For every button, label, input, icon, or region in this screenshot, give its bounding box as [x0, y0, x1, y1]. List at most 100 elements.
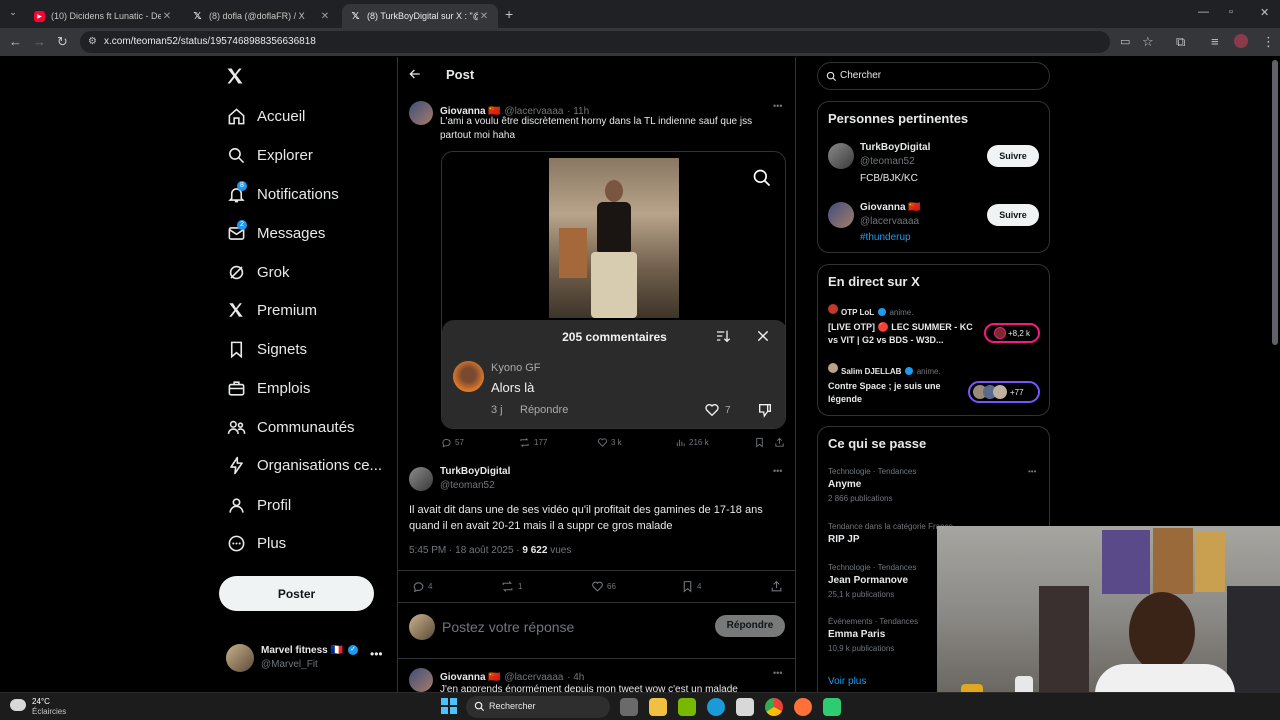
follow-button[interactable]: Suivre	[987, 145, 1039, 167]
thumbs-down-icon[interactable]	[757, 402, 773, 418]
nav-item-emplois[interactable]: Emplois	[225, 373, 310, 403]
bookmark-icon[interactable]	[754, 437, 765, 448]
like-action[interactable]: 3 k	[597, 437, 622, 448]
nav-item-grok[interactable]: Grok	[225, 257, 290, 287]
author-handle[interactable]: @lacervaaaa	[504, 672, 563, 683]
nav-item-signets[interactable]: Signets	[225, 334, 307, 364]
new-tab-button[interactable]: +	[505, 6, 513, 22]
views-action[interactable]: 216 k	[675, 437, 709, 448]
nav-item-plus[interactable]: Plus	[225, 528, 286, 558]
weather-widget[interactable]: 24°C Éclaircies	[10, 696, 80, 718]
sort-icon[interactable]	[715, 328, 731, 344]
nav-item-organisations[interactable]: Organisations ce...	[225, 450, 382, 480]
person-avatar[interactable]	[828, 143, 854, 169]
repost-action[interactable]: 177	[518, 437, 547, 448]
bookmark-action[interactable]: 4	[681, 580, 701, 593]
person-name[interactable]: Giovanna 🇨🇳	[860, 202, 921, 213]
chrome-browser-icon[interactable]	[765, 698, 783, 716]
back-arrow-icon[interactable]: ←	[9, 35, 22, 49]
nav-item-premium[interactable]: Premium	[225, 295, 317, 325]
account-switcher[interactable]: Marvel fitness 🇫🇷 ✓ @Marvel_Fit •••	[226, 643, 386, 675]
store-icon[interactable]	[736, 698, 754, 716]
repost-action[interactable]: 1	[500, 580, 522, 593]
profile-avatar[interactable]	[1234, 34, 1248, 48]
close-tab-icon[interactable]: ✕	[478, 11, 490, 22]
reading-list-icon[interactable]: ≡	[1211, 35, 1219, 49]
windows-start-icon[interactable]	[441, 698, 457, 714]
reply-input[interactable]: Postez votre réponse	[442, 619, 692, 635]
reply-action[interactable]: 4	[412, 580, 432, 593]
author-name[interactable]: Giovanna 🇨🇳	[440, 672, 501, 683]
reply-action[interactable]: 57	[441, 437, 464, 448]
live-item[interactable]: Salim DJELLAB anime. Contre Space ; je s…	[828, 362, 1043, 410]
person-handle[interactable]: @teoman52	[860, 156, 915, 167]
reply-submit-button[interactable]: Répondre	[715, 615, 785, 637]
extensions-icon[interactable]: ⧉	[1176, 35, 1185, 49]
nav-item-communautes[interactable]: Communautés	[225, 412, 355, 442]
nav-item-notifications[interactable]: 8 Notifications	[225, 179, 339, 209]
tab-list-dropdown[interactable]: ⌄	[6, 7, 20, 21]
author-avatar[interactable]	[409, 668, 433, 692]
minimize-window-icon[interactable]: —	[1198, 6, 1209, 18]
author-avatar[interactable]	[409, 101, 433, 125]
task-view-icon[interactable]	[620, 698, 638, 716]
browser-tab-dofla[interactable]: 𝕏 (8) dofla (@doflaFR) / X ✕	[184, 4, 339, 28]
share-icon[interactable]	[770, 580, 783, 593]
address-bar[interactable]: ⚙ x.com/teoman52/status/1957468988356636…	[80, 31, 1130, 53]
post-button[interactable]: Poster	[219, 576, 374, 611]
reload-icon[interactable]: ↻	[57, 35, 68, 49]
firefox-browser-icon[interactable]	[794, 698, 812, 716]
site-info-icon[interactable]: ⚙	[88, 36, 97, 47]
install-app-icon[interactable]: ▭	[1120, 35, 1130, 48]
post-more-icon[interactable]: •••	[773, 668, 782, 678]
search-box[interactable]: Chercher	[817, 62, 1050, 90]
live-item[interactable]: OTP LoL anime. [LIVE OTP] 🔴 LEC SUMMER -…	[828, 303, 1043, 351]
restore-window-icon[interactable]: ▫	[1229, 6, 1233, 18]
author-handle[interactable]: @teoman52	[440, 480, 495, 491]
edge-browser-icon[interactable]	[707, 698, 725, 716]
nav-item-profil[interactable]: Profil	[225, 490, 291, 520]
file-explorer-icon[interactable]	[649, 698, 667, 716]
browser-tab-turkboy[interactable]: 𝕏 (8) TurkBoyDigital sur X : "@la ✕	[342, 4, 498, 28]
zoom-search-icon[interactable]	[752, 168, 772, 188]
browser-menu-icon[interactable]: ⋮	[1262, 35, 1275, 49]
commenter-name[interactable]: Kyono GF	[491, 362, 541, 374]
page-scrollbar[interactable]	[1272, 60, 1278, 345]
follow-button[interactable]: Suivre	[987, 204, 1039, 226]
video-thumbnail[interactable]	[549, 158, 679, 318]
nvidia-app-icon[interactable]	[678, 698, 696, 716]
nav-item-messages[interactable]: 2 Messages	[225, 218, 325, 248]
nav-item-explorer[interactable]: Explorer	[225, 140, 313, 170]
nav-item-accueil[interactable]: Accueil	[225, 101, 305, 131]
account-more-icon[interactable]: •••	[370, 647, 383, 661]
author-avatar[interactable]	[409, 467, 433, 491]
close-tab-icon[interactable]: ✕	[161, 11, 173, 22]
x-logo-icon[interactable]	[225, 66, 247, 88]
bookmark-star-icon[interactable]: ☆	[1142, 35, 1154, 49]
green-app-icon[interactable]	[823, 698, 841, 716]
comment-reply-button[interactable]: Répondre	[520, 404, 568, 416]
taskbar-search-box[interactable]: Rechercher	[466, 696, 610, 718]
close-tab-icon[interactable]: ✕	[319, 11, 331, 22]
post-timestamp[interactable]: 5:45 PM · 18 août 2025 ·	[409, 545, 522, 556]
commenter-avatar[interactable]	[453, 361, 484, 392]
person-bio-hashtag[interactable]: #thunderup	[860, 232, 911, 243]
comment-like-button[interactable]: 7	[704, 402, 731, 418]
media-container[interactable]: 205 commentaires Kyono GF Alors là 3 j R…	[441, 151, 786, 429]
share-icon[interactable]	[774, 437, 785, 448]
person-handle[interactable]: @lacervaaaa	[860, 216, 919, 227]
person-avatar[interactable]	[828, 202, 854, 228]
show-more-link[interactable]: Voir plus	[828, 676, 866, 687]
author-name[interactable]: TurkBoyDigital	[440, 466, 510, 477]
back-arrow-icon[interactable]	[408, 67, 422, 81]
post-more-icon[interactable]: •••	[773, 101, 782, 111]
post-more-icon[interactable]: •••	[773, 466, 782, 476]
forward-arrow-icon[interactable]: →	[33, 35, 46, 49]
like-action[interactable]: 66	[591, 580, 616, 593]
person-name[interactable]: TurkBoyDigital	[860, 142, 930, 153]
browser-tab-youtube[interactable]: ▶ (10) Dicidens ft Lunatic - De la ✕	[26, 4, 181, 28]
close-icon[interactable]	[756, 329, 770, 343]
close-window-icon[interactable]: ✕	[1260, 6, 1269, 19]
trend-item[interactable]: Technologie · Tendances Anyme 2 866 publ…	[828, 467, 1043, 507]
trend-more-icon[interactable]: •••	[1028, 467, 1036, 476]
